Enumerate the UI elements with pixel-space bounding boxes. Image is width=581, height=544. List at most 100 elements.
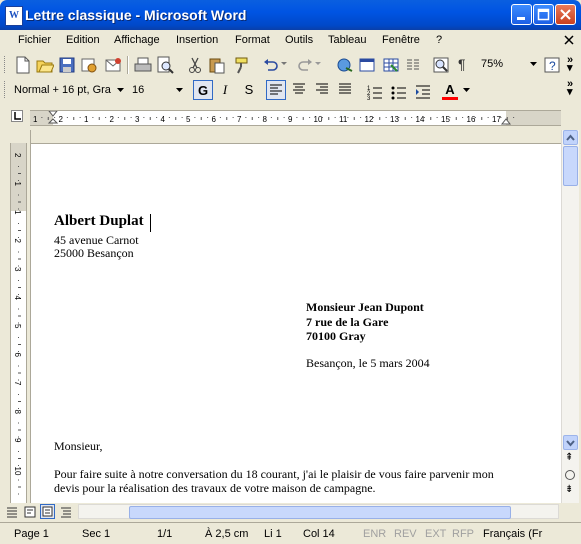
ruler-tick <box>500 117 502 118</box>
open-folder-icon[interactable] <box>36 56 54 74</box>
align-left-button[interactable] <box>266 80 286 100</box>
bold-button[interactable]: G <box>193 80 213 100</box>
status-column: Col 14 <box>303 528 335 540</box>
italic-button[interactable]: I <box>215 80 235 100</box>
underline-button[interactable]: S <box>239 80 259 100</box>
menu-edition[interactable]: Edition <box>66 34 100 46</box>
redo-icon[interactable] <box>296 56 314 74</box>
minimize-button[interactable] <box>511 4 532 25</box>
style-dropdown-icon[interactable] <box>117 88 124 92</box>
status-rev[interactable]: REV <box>394 528 417 540</box>
menu-affichage[interactable]: Affichage <box>114 34 160 46</box>
ruler-tick <box>18 223 19 224</box>
align-center-button[interactable] <box>289 80 309 100</box>
justify-icon <box>339 83 351 94</box>
increase-indent-icon[interactable] <box>414 83 432 101</box>
status-rec[interactable]: ENR <box>363 528 386 540</box>
menu-fichier[interactable]: Fichier <box>18 34 51 46</box>
body-line-2[interactable]: devis pour la réalisation des travaux de… <box>54 481 376 496</box>
font-color-button[interactable]: A <box>442 82 458 100</box>
menu-outils[interactable]: Outils <box>285 34 313 46</box>
bullets-icon[interactable] <box>390 83 408 101</box>
font-color-dropdown-icon[interactable] <box>463 88 470 92</box>
undo-dropdown-icon[interactable] <box>281 62 287 66</box>
horizontal-scrollbar[interactable] <box>78 504 559 519</box>
format-painter-icon[interactable] <box>232 56 250 74</box>
toolbar-options-chevron-icon[interactable]: » ▾ <box>567 55 573 74</box>
scroll-down-button[interactable] <box>563 435 578 450</box>
show-hide-formatting-icon[interactable]: ¶ <box>458 56 466 72</box>
ruler-tick <box>462 117 464 118</box>
browse-object-icon[interactable] <box>565 470 575 480</box>
recipient-address-line2[interactable]: 70100 Gray <box>306 329 366 344</box>
tab-selector-button[interactable] <box>11 110 23 122</box>
scroll-up-button[interactable] <box>563 130 578 145</box>
menu-help[interactable]: ? <box>436 34 442 46</box>
toolbar-options-chevron-icon[interactable]: » ▾ <box>567 79 573 98</box>
columns-icon[interactable] <box>404 56 422 74</box>
menu-format[interactable]: Format <box>235 34 270 46</box>
horizontal-ruler[interactable]: 1 2 1 2 3 4 5 6 7 8 9 10 11 12 13 14 15 16 17 <box>30 110 561 126</box>
outline-view-icon[interactable] <box>60 506 72 518</box>
salutation[interactable]: Monsieur, <box>54 439 103 454</box>
align-right-button[interactable] <box>312 80 332 100</box>
toolbar-grip[interactable] <box>4 56 8 73</box>
email-icon[interactable] <box>104 56 122 74</box>
close-button[interactable] <box>555 4 576 25</box>
help-icon[interactable]: ? <box>543 56 561 74</box>
print-preview-icon[interactable] <box>156 56 174 74</box>
sender-name[interactable]: Albert Duplat <box>54 213 144 230</box>
ruler-tick <box>18 372 21 374</box>
menu-insertion[interactable]: Insertion <box>176 34 218 46</box>
close-icon <box>560 9 571 20</box>
redo-dropdown-icon[interactable] <box>315 62 321 66</box>
body-line-1[interactable]: Pour faire suite à notre conversation du… <box>54 467 494 482</box>
close-document-icon[interactable] <box>563 34 575 46</box>
toolbar-grip[interactable] <box>4 81 8 98</box>
insert-table-icon[interactable] <box>382 56 400 74</box>
status-language[interactable]: Français (Fr <box>483 528 542 540</box>
menu-tableau[interactable]: Tableau <box>328 34 367 46</box>
document-area[interactable]: Albert Duplat 45 avenue Carnot 25000 Bes… <box>30 130 562 503</box>
web-layout-icon[interactable] <box>24 506 36 518</box>
document-map-icon[interactable] <box>432 56 450 74</box>
vertical-scrollbar[interactable]: ⇞ ⇟ <box>561 130 579 503</box>
ruler-tick <box>168 117 170 118</box>
zoom-dropdown-icon[interactable] <box>530 62 537 66</box>
ruler-tick <box>181 117 183 118</box>
recipient-address-line1[interactable]: 7 rue de la Gare <box>306 315 388 330</box>
ruler-tick <box>347 117 349 118</box>
horizontal-scroll-thumb[interactable] <box>129 506 511 519</box>
ruler-tick <box>423 117 425 118</box>
previous-page-icon[interactable]: ⇞ <box>565 452 573 463</box>
paste-icon[interactable] <box>208 56 226 74</box>
tables-borders-icon[interactable] <box>358 56 376 74</box>
status-ext[interactable]: EXT <box>425 528 446 540</box>
cut-icon[interactable] <box>186 56 204 74</box>
ruler-tick <box>232 117 234 118</box>
vertical-ruler[interactable]: 2 1 1 2 3 4 5 6 7 8 9 10 <box>10 143 27 503</box>
sender-address-line2[interactable]: 25000 Besançon <box>54 246 134 261</box>
save-icon[interactable] <box>58 56 76 74</box>
title-bar[interactable]: W Lettre classique - Microsoft Word <box>0 0 581 30</box>
normal-view-icon[interactable] <box>6 506 18 518</box>
hyperlink-icon[interactable] <box>336 56 354 74</box>
style-combo[interactable]: Normal + 16 pt, Gra <box>14 81 124 99</box>
window-title: Lettre classique - Microsoft Word <box>25 7 247 23</box>
recipient-name[interactable]: Monsieur Jean Dupont <box>306 300 424 315</box>
print-icon[interactable] <box>134 56 152 74</box>
word-app-icon[interactable]: W <box>5 6 23 26</box>
status-ovr[interactable]: RFP <box>452 528 474 540</box>
date-line[interactable]: Besançon, le 5 mars 2004 <box>306 356 430 371</box>
next-page-icon[interactable]: ⇟ <box>565 484 573 495</box>
undo-icon[interactable] <box>262 56 280 74</box>
justify-button[interactable] <box>335 80 355 100</box>
maximize-button[interactable] <box>533 4 554 25</box>
new-document-icon[interactable] <box>14 56 32 74</box>
numbering-icon[interactable]: 123 <box>366 83 384 101</box>
font-size-dropdown-icon[interactable] <box>176 88 183 92</box>
print-layout-button[interactable] <box>40 504 55 519</box>
permission-icon[interactable] <box>80 56 98 74</box>
scroll-thumb[interactable] <box>563 146 578 186</box>
menu-fenetre[interactable]: Fenêtre <box>382 34 420 46</box>
